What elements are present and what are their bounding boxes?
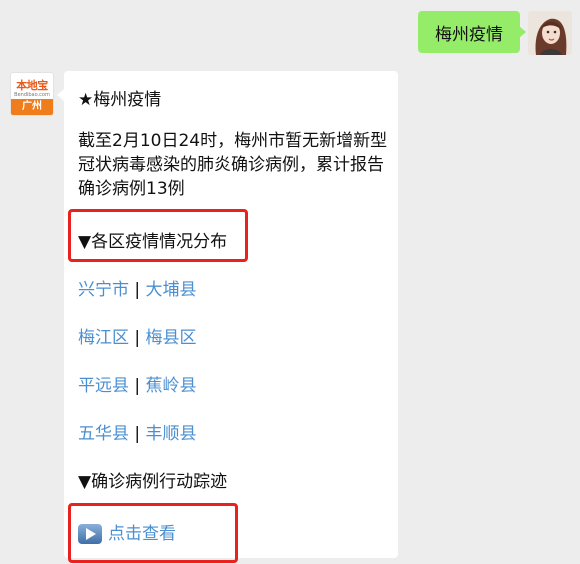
- district-link[interactable]: 梅江区: [78, 328, 129, 348]
- sender-site-text: Bendibao.com: [14, 92, 50, 98]
- district-link[interactable]: 兴宁市: [78, 280, 129, 300]
- link-separator: |: [134, 424, 141, 444]
- sender-city-badge: 广州: [11, 99, 53, 115]
- district-link[interactable]: 梅县区: [146, 328, 197, 348]
- district-link[interactable]: 丰顺县: [146, 424, 197, 444]
- view-details-link[interactable]: 点击查看: [78, 519, 176, 544]
- district-link[interactable]: 平远县: [78, 376, 129, 396]
- message-summary: 截至2月10日24时，梅州市暂无新增新型冠状病毒感染的肺炎确诊病例，累计报告确诊…: [78, 131, 388, 199]
- link-separator: |: [134, 376, 141, 396]
- view-details-label[interactable]: 点击查看: [108, 524, 176, 544]
- district-link[interactable]: 大埔县: [146, 280, 197, 300]
- section-heading-districts: ▼各区疫情情况分布: [78, 232, 228, 252]
- sender-brand-logo: 本地宝: [16, 79, 48, 92]
- district-row: 梅江区 | 梅县区: [78, 323, 197, 348]
- incoming-message-bubble: ★梅州疫情 截至2月10日24时，梅州市暂无新增新型冠状病毒感染的肺炎确诊病例，…: [57, 71, 398, 563]
- sender-avatar[interactable]: 本地宝 Bendibao.com 广州: [10, 72, 54, 116]
- link-separator: |: [134, 328, 141, 348]
- district-row: 五华县 | 丰顺县: [78, 419, 197, 444]
- play-icon: [78, 524, 102, 544]
- outgoing-message-text: 梅州疫情: [435, 24, 503, 45]
- district-row: 兴宁市 | 大埔县: [78, 275, 197, 300]
- message-title: ★梅州疫情: [78, 90, 162, 110]
- section-heading-tracks: ▼确诊病例行动踪迹: [78, 472, 228, 492]
- link-separator: |: [134, 280, 141, 300]
- district-link[interactable]: 蕉岭县: [146, 376, 197, 396]
- outgoing-message-bubble[interactable]: 梅州疫情: [418, 11, 526, 53]
- user-avatar-illustration: [528, 11, 572, 55]
- user-avatar[interactable]: [528, 11, 572, 55]
- district-link[interactable]: 五华县: [78, 424, 129, 444]
- district-row: 平远县 | 蕉岭县: [78, 371, 197, 396]
